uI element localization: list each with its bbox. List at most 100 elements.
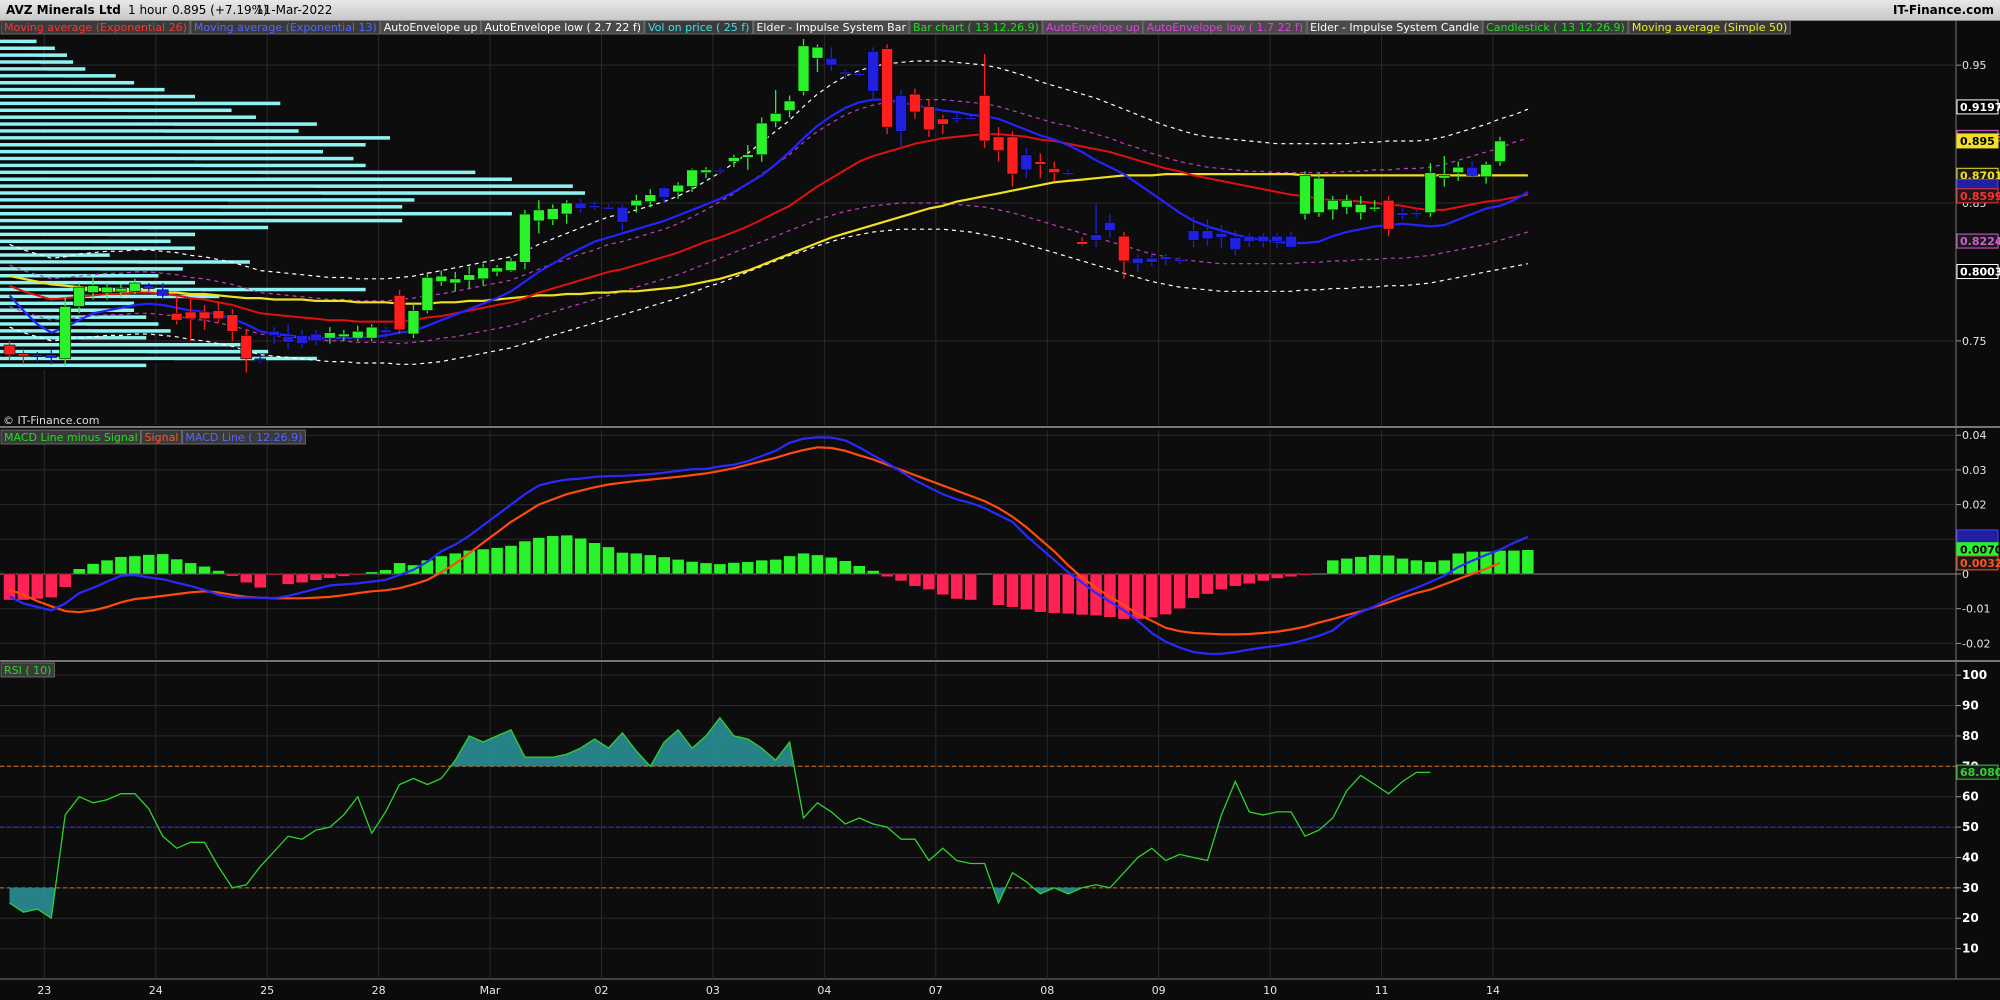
legend-item-label: Candlestick ( 13 12.26.9) <box>1486 21 1625 34</box>
legend-item-label: Vol on price ( 25 f) <box>648 21 749 34</box>
macd-histogram-bar <box>616 552 629 575</box>
legend-item[interactable]: Moving average (Exponential 26) <box>0 19 191 35</box>
volume-profile-bar-light <box>0 349 269 354</box>
chart-canvas[interactable]: 23 24 25 28 Mar 02 03 04 07 08 09 10 11 140.950.850.7… <box>0 0 2000 1000</box>
candle-body <box>184 311 197 320</box>
value-badge: 68.080 <box>1956 764 2000 780</box>
legend-item-label: MACD Line ( 12.26.9) <box>185 431 302 444</box>
y-tick-label: 100 <box>1962 668 1987 682</box>
candle-body <box>435 275 448 282</box>
candle-body <box>463 274 475 281</box>
candle-body <box>268 330 280 336</box>
legend-item[interactable]: MACD Line ( 12.26.9) <box>182 429 306 445</box>
macd-histogram-bar <box>170 558 183 575</box>
legend-item-label: Moving average (Exponential 26) <box>4 21 187 34</box>
legend-item[interactable]: Signal <box>141 429 182 445</box>
candle-body <box>950 117 963 120</box>
legend-item[interactable]: AutoEnvelope up <box>380 19 481 35</box>
candle-body <box>87 285 99 293</box>
legend-item[interactable]: RSI ( 10) <box>0 662 55 678</box>
value-badge: 0.895 <box>1956 133 1999 149</box>
macd-histogram-bar <box>72 568 86 575</box>
legend-item[interactable]: MACD Line minus Signal <box>0 429 142 445</box>
candle-body <box>45 354 58 358</box>
volume-profile-bar-light <box>0 253 110 257</box>
legend-item[interactable]: AutoEnvelope low ( 1.7 22 f) <box>1143 19 1307 35</box>
volume-profile-bar-dark <box>0 77 64 81</box>
candle-body <box>686 169 698 187</box>
macd-histogram-bar <box>1201 573 1214 595</box>
macd-histogram-bar <box>295 573 309 583</box>
volume-profile-bar-light <box>0 191 585 195</box>
volume-profile-bar-light <box>0 129 299 133</box>
volume-profile-bar-dark <box>0 215 282 219</box>
symbol-title: AVZ Minerals Ltd <box>6 3 121 17</box>
macd-histogram-bar <box>1243 573 1256 584</box>
y-tick-label: 0.02 <box>1962 499 1987 512</box>
macd-histogram-bar <box>379 569 392 575</box>
title-bar: AVZ Minerals Ltd 1 hour 0.895 (+7.19%) 1… <box>0 0 2000 21</box>
macd-histogram-bar <box>741 561 754 575</box>
candle-body <box>1118 235 1130 262</box>
candle-body <box>1271 235 1283 242</box>
legend-item[interactable]: Moving average (Exponential 13) <box>190 19 381 35</box>
candle-body <box>1104 222 1116 231</box>
macd-histogram-bar <box>1034 573 1047 613</box>
macd-histogram-bar <box>755 559 768 575</box>
volume-profile-bar-light <box>0 184 573 188</box>
x-tick-label: 23 <box>37 984 51 997</box>
volume-profile-bar-dark <box>0 167 202 171</box>
macd-histogram-bar <box>546 535 559 575</box>
candle-body <box>338 333 350 338</box>
candle-body <box>198 311 211 320</box>
x-tick-label: Mar <box>480 984 501 997</box>
macd-histogram-bar <box>1298 573 1312 576</box>
macd-histogram-bar <box>1410 559 1423 575</box>
candle-body <box>1215 233 1228 238</box>
legend-item[interactable]: AutoEnvelope low ( 2.7 22 f) <box>481 19 645 35</box>
value-badge-text: 0.0032 <box>1960 557 2000 570</box>
macd-histogram-bar <box>671 559 685 575</box>
volume-profile-bar-dark <box>0 160 195 164</box>
candle-body <box>978 95 991 142</box>
interval-label[interactable]: 1 hour <box>128 3 167 17</box>
macd-histogram-bar <box>713 563 727 575</box>
y-tick-label: -0.01 <box>1962 603 1990 616</box>
volume-profile-bar-dark <box>0 277 88 281</box>
value-badge-text: 0.0070 <box>1960 544 2000 557</box>
legend-item[interactable]: Elder - Impulse System Bar <box>753 19 910 35</box>
volume-profile-bar-dark <box>0 84 74 88</box>
candle-body <box>3 344 16 355</box>
macd-histogram-bar <box>504 545 518 575</box>
candle-body <box>1062 172 1074 175</box>
volume-profile-bar-light <box>0 60 74 64</box>
value-badge: 0.8003 <box>1956 264 2000 280</box>
y-tick-label: 90 <box>1962 699 1979 713</box>
candle-body <box>1076 241 1088 245</box>
x-tick-label: 08 <box>1040 984 1054 997</box>
date-label: 11-Mar-2022 <box>256 3 333 17</box>
macd-histogram-bar <box>644 554 657 575</box>
macd-histogram-bar <box>1396 558 1409 575</box>
volume-profile-bar-dark <box>0 222 222 226</box>
candle-body <box>811 46 824 59</box>
candle <box>1299 171 1311 220</box>
y-tick-label: 40 <box>1962 850 1979 864</box>
volume-profile-bar-dark <box>0 43 21 47</box>
legend-item[interactable]: Elder - Impulse System Candle <box>1306 19 1483 35</box>
macd-histogram-bar <box>574 538 587 575</box>
macd-histogram-bar <box>1187 573 1200 599</box>
legend-item[interactable]: Candlestick ( 13 12.26.9) <box>1482 19 1629 35</box>
volume-profile-bar-dark <box>0 139 215 143</box>
legend-item[interactable]: Moving average (Simple 50) <box>1628 19 1791 35</box>
macd-histogram-bar <box>1340 558 1353 575</box>
volume-profile-bar-dark <box>0 181 282 184</box>
legend-item[interactable]: Bar chart ( 13 12.26.9) <box>909 19 1043 35</box>
macd-histogram-bar <box>964 573 977 601</box>
legend-item[interactable]: Vol on price ( 25 f) <box>644 19 753 35</box>
macd-histogram-bar <box>309 573 323 581</box>
candle-body <box>505 260 517 271</box>
legend-item[interactable]: AutoEnvelope up <box>1042 19 1144 35</box>
volume-profile-bar-light <box>0 156 354 161</box>
candle-body <box>1438 175 1451 179</box>
